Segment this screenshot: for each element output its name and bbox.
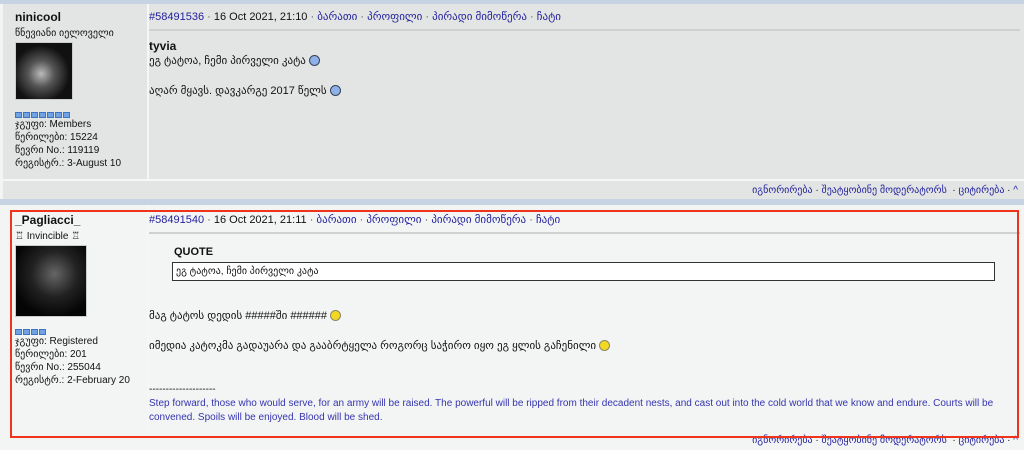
smiley-icon — [330, 310, 342, 321]
avatar — [15, 245, 87, 317]
profile-link[interactable]: პროფილი — [367, 11, 422, 23]
report-link[interactable]: შეატყობინე მოდერატორს — [822, 435, 947, 446]
user-member-no: წევრი No.: 119119 — [15, 145, 100, 156]
author-panel: _Pagliacci_ ♖ Invincible ♖ ჯგუფი: Regist… — [3, 205, 149, 437]
user-group: ჯგუფი: Registered — [15, 336, 98, 347]
ignore-link[interactable]: იგნორირება — [752, 435, 813, 446]
quote-label: QUOTE — [174, 246, 214, 258]
user-member-no: წევრი No.: 255044 — [15, 362, 101, 373]
post-content: #58491540 · 16 Oct 2021, 21:11 · ბარათი … — [149, 205, 1024, 437]
user-group: ჯგუფი: Members — [15, 119, 92, 130]
username[interactable]: ninicool — [15, 10, 147, 24]
back-to-top-link[interactable]: ^ — [1013, 435, 1018, 446]
sad-smiley-icon — [308, 55, 320, 66]
chat-link[interactable]: ჩატი — [537, 11, 561, 23]
post-body: tyvia ეგ ტატოა, ჩემი პირველი კატა აღარ მ… — [149, 31, 1024, 99]
quote-link[interactable]: ციტირება — [959, 185, 1005, 196]
post-header: #58491536 · 16 Oct 2021, 21:10 · ბარათი … — [149, 10, 1020, 31]
sad-smiley-icon — [329, 85, 341, 96]
signature-divider: -------------------- — [149, 384, 216, 395]
post-date: 16 Oct 2021, 21:11 — [213, 214, 307, 226]
smiley-icon — [599, 340, 611, 351]
profile-link[interactable]: პროფილი — [366, 214, 421, 226]
post-id-link[interactable]: #58491540 — [149, 214, 204, 226]
user-post-count: წერილები: 15224 — [15, 132, 98, 143]
post-subject: tyvia — [149, 39, 177, 53]
author-panel: ninicool წნევიანი იელოველი ჯგუფი: Member… — [3, 4, 149, 179]
ignore-link[interactable]: იგნორირება — [752, 185, 813, 196]
post-line: მაგ ტატოს დედის #####ში ###### — [149, 310, 328, 322]
card-link[interactable]: ბარათი — [317, 11, 357, 23]
user-title: ♖ Invincible ♖ — [15, 231, 81, 242]
post-line: ეგ ტატოა, ჩემი პირველი კატა — [149, 55, 306, 67]
user-registered: რეგისტრ.: 2-February 20 — [15, 375, 130, 386]
card-link[interactable]: ბარათი — [316, 214, 356, 226]
quote-box: ეგ ტატოა, ჩემი პირველი კატა — [172, 262, 995, 281]
post-actions: იგნორირება · შეატყობინე მოდერატორს · ციტ… — [3, 430, 1024, 450]
pm-link[interactable]: პირადი მიმოწერა — [431, 214, 526, 226]
post-line: აღარ მყავს. დავკარგე 2017 წელს — [149, 85, 327, 97]
report-link[interactable]: შეატყობინე მოდერატორს — [822, 185, 947, 196]
post-58491536: ninicool წნევიანი იელოველი ჯგუფი: Member… — [3, 4, 1024, 179]
chat-link[interactable]: ჩატი — [536, 214, 560, 226]
post-actions: იგნორირება · შეატყობინე მოდერატორს · ციტ… — [3, 179, 1024, 199]
post-line: იმედია კატოკმა გადაუარა და გააბრტყელა რო… — [149, 340, 597, 352]
avatar — [15, 42, 73, 100]
post-id-link[interactable]: #58491536 — [149, 11, 204, 23]
post-58491540: _Pagliacci_ ♖ Invincible ♖ ჯგუფი: Regist… — [3, 205, 1024, 437]
user-registered: რეგისტრ.: 3-August 10 — [15, 158, 122, 169]
back-to-top-link[interactable]: ^ — [1013, 185, 1018, 196]
quote-link[interactable]: ციტირება — [959, 435, 1005, 446]
post-body: მაგ ტატოს დედის #####ში ###### იმედია კა… — [149, 281, 1024, 425]
user-title: წნევიანი იელოველი — [15, 28, 114, 39]
pm-link[interactable]: პირადი მიმოწერა — [432, 11, 527, 23]
user-post-count: წერილები: 201 — [15, 349, 87, 360]
post-date: 16 Oct 2021, 21:10 — [213, 11, 308, 23]
post-content: #58491536 · 16 Oct 2021, 21:10 · ბარათი … — [149, 4, 1024, 179]
post-header: #58491540 · 16 Oct 2021, 21:11 · ბარათი … — [149, 213, 1020, 234]
username[interactable]: _Pagliacci_ — [15, 213, 147, 227]
signature: Step forward, those who would serve, for… — [149, 398, 994, 423]
